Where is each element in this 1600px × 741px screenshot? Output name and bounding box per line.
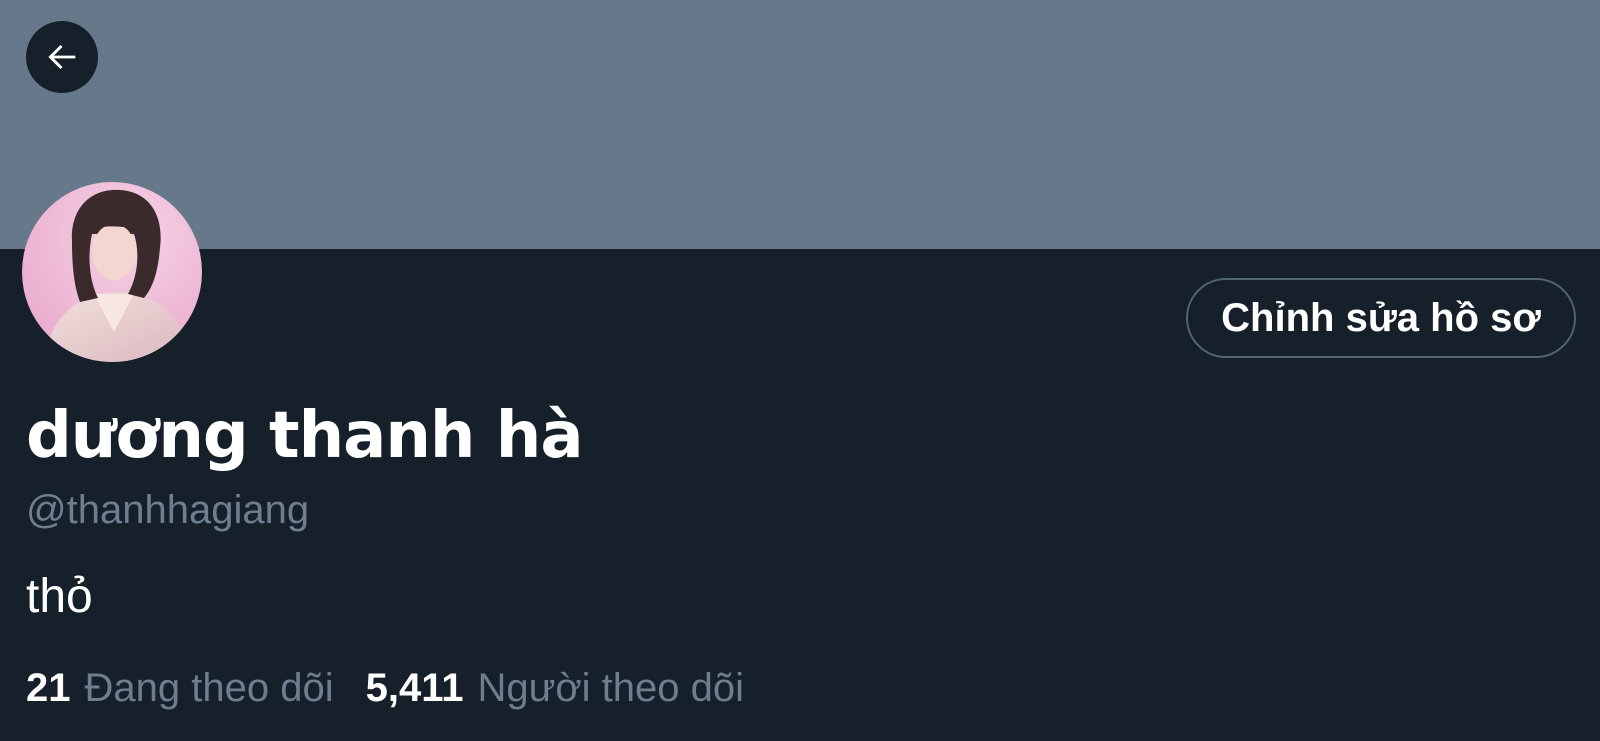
avatar[interactable]: [22, 182, 202, 362]
profile-page: Chỉnh sửa hồ sơ dương thanh hà @thanhhag…: [0, 0, 1600, 741]
followers-link[interactable]: 5,411 Người theo dõi: [366, 664, 744, 712]
followers-label: Người theo dõi: [477, 666, 744, 710]
profile-banner[interactable]: [0, 0, 1600, 249]
following-count: 21: [26, 666, 71, 710]
avatar-image: [22, 182, 202, 362]
back-button[interactable]: [26, 21, 98, 93]
arrow-left-icon: [48, 45, 76, 69]
edit-profile-button[interactable]: Chỉnh sửa hồ sơ: [1186, 278, 1576, 358]
display-name: dương thanh hà: [26, 399, 583, 473]
username-handle: @thanhhagiang: [26, 488, 310, 532]
follow-stats: 21 Đang theo dõi 5,411 Người theo dõi: [26, 664, 744, 712]
profile-bio: thỏ: [26, 570, 93, 623]
following-link[interactable]: 21 Đang theo dõi: [26, 664, 334, 712]
following-label: Đang theo dõi: [84, 666, 334, 710]
followers-count: 5,411: [365, 666, 464, 710]
